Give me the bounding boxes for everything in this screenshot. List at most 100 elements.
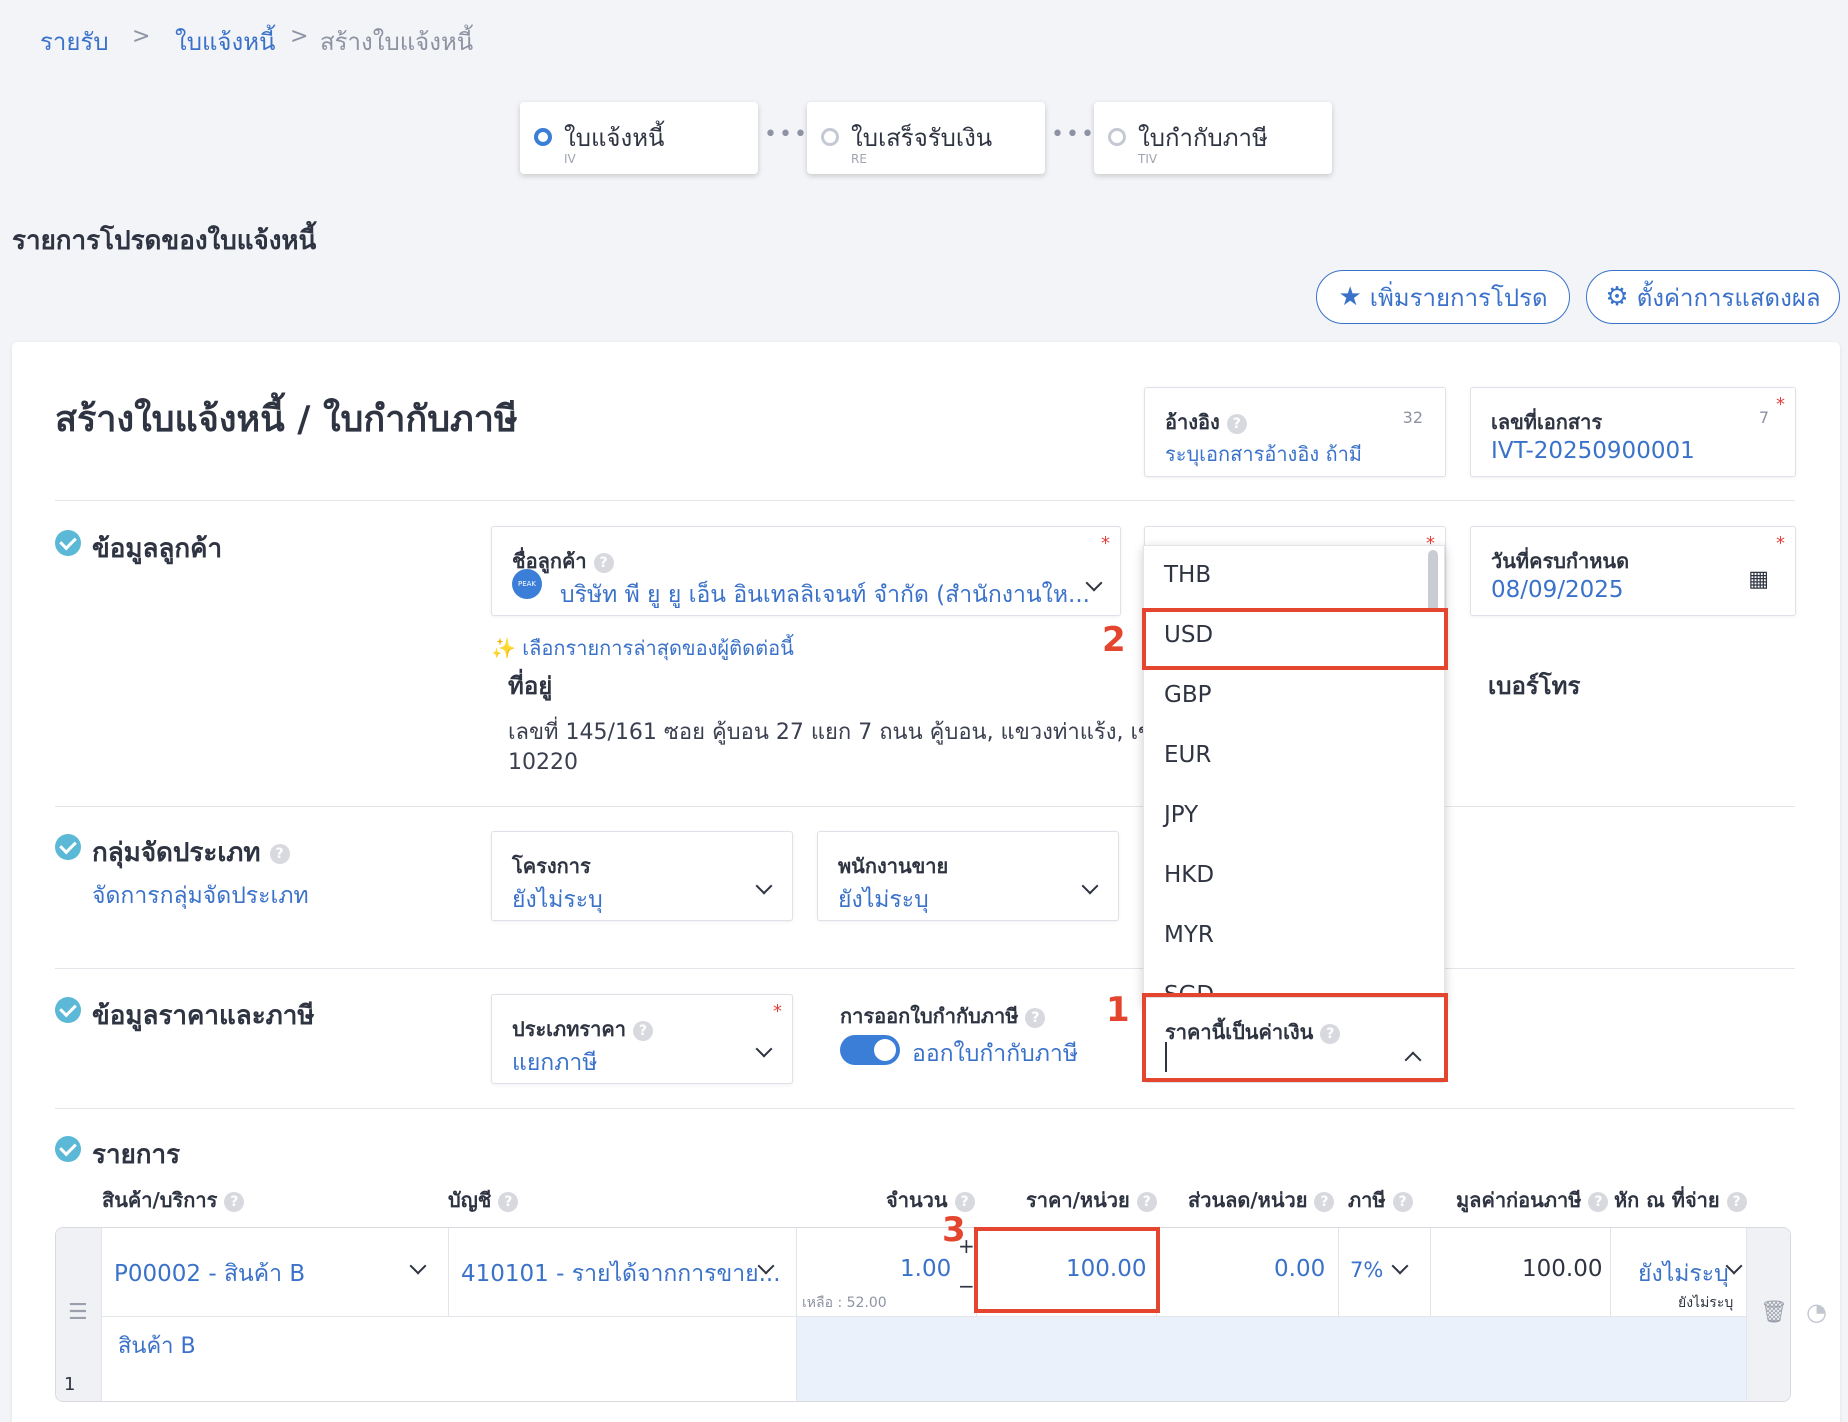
doc-number-input[interactable]: IVT-20250900001 [1491, 438, 1695, 464]
currency-option[interactable]: MYR [1164, 922, 1214, 948]
cell-border [1610, 1228, 1611, 1316]
reference-field[interactable]: อ้างอิง ? 32 ระบุเอกสารอ้างอิง ถ้ามี [1144, 387, 1446, 477]
due-date-field[interactable]: วันที่ครบกำหนด * 08/09/2025 ▦ [1470, 526, 1796, 616]
phone-label: เบอร์โทร [1488, 672, 1581, 700]
due-date-label: วันที่ครบกำหนด [1491, 549, 1630, 573]
price-type-value: แยกภาษี [512, 1050, 598, 1076]
manage-groups-link[interactable]: จัดการกลุ่มจัดประเภท [92, 878, 309, 914]
salesperson-label: พนักงานขาย [838, 854, 949, 878]
product-select[interactable]: P00002 - สินค้า B [114, 1256, 305, 1292]
display-settings-label: ตั้งค่าการแสดงผล [1636, 283, 1821, 312]
step-receipt[interactable]: ใบเสร็จรับเงิน RE [807, 102, 1045, 174]
discount-input[interactable]: 0.00 [1274, 1256, 1325, 1282]
item-description[interactable]: สินค้า B [118, 1328, 196, 1363]
annotation-number: 3 [942, 1210, 966, 1250]
cell-border [1430, 1228, 1431, 1316]
items-section-title: รายการ [92, 1140, 181, 1170]
step-inactive-icon [821, 128, 839, 146]
step-tax-invoice[interactable]: ใบกำกับภาษี TIV [1094, 102, 1332, 174]
account-select[interactable]: 410101 - รายได้จากการขาย... [461, 1256, 781, 1292]
highlight-box-usd [1142, 608, 1448, 670]
add-favorite-button[interactable]: ★ เพิ่มรายการโปรด [1316, 270, 1570, 324]
doc-number-field[interactable]: เลขที่เอกสาร 7 * IVT-20250900001 [1470, 387, 1796, 477]
chevron-down-icon [755, 1040, 773, 1058]
highlight-box-currency [1142, 993, 1448, 1082]
row-divider [102, 1316, 1746, 1317]
display-settings-button[interactable]: ⚙ ตั้งค่าการแสดงผล [1586, 270, 1840, 324]
chevron-down-icon [755, 877, 773, 895]
help-icon: ? [1136, 1191, 1157, 1212]
divider [55, 968, 1795, 969]
step-sub: RE [851, 152, 867, 166]
column-header-tax: ภาษี ? [1348, 1184, 1413, 1216]
help-icon: ? [1226, 413, 1247, 434]
annotation-number: 2 [1102, 620, 1126, 660]
column-header-account: บัญชี ? [448, 1184, 519, 1216]
address-line: เลขที่ 145/161 ซอย คู้บอน 27 แยก 7 ถนน ค… [508, 720, 1144, 745]
help-icon: ? [1588, 1191, 1609, 1212]
column-header-wht: หัก ณ ที่จ่าย ? [1614, 1184, 1747, 1216]
breadcrumb-current: สร้างใบแจ้งหนี้ [320, 28, 474, 56]
reference-char-count: 32 [1402, 408, 1423, 427]
drag-handle-icon[interactable]: ☰ [68, 1300, 88, 1325]
step-connector: ••• [1051, 122, 1096, 147]
currency-option[interactable]: JPY [1164, 802, 1198, 828]
help-icon: ? [269, 843, 290, 864]
salesperson-select[interactable]: พนักงานขาย ยังไม่ระบุ [817, 831, 1119, 921]
help-icon: ? [632, 1020, 653, 1041]
currency-option[interactable]: THB [1164, 562, 1211, 588]
help-icon: ? [1726, 1191, 1747, 1212]
check-icon [55, 997, 81, 1023]
due-date-value: 08/09/2025 [1491, 577, 1624, 603]
breadcrumb-separator: > [290, 24, 309, 49]
scrollbar[interactable] [1428, 550, 1438, 612]
price-type-label: ประเภทราคา ? [512, 1013, 653, 1045]
help-icon: ? [1025, 1007, 1046, 1028]
quantity-input[interactable]: 1.00 [900, 1256, 951, 1282]
divider [55, 806, 1795, 807]
decrement-button[interactable]: − [958, 1274, 975, 1298]
recent-contact-link[interactable]: ✨ เลือกรายการล่าสุดของผู้ติดต่อนี้ [491, 632, 794, 664]
breadcrumb-income[interactable]: รายรับ [40, 22, 109, 61]
cell-border [796, 1228, 797, 1401]
project-select[interactable]: โครงการ ยังไม่ระบุ [491, 831, 793, 921]
table-row [55, 1227, 1791, 1402]
customer-select[interactable]: ชื่อลูกค้า ? * PEAK บริษัท พี ยู ยู เอ็น… [491, 526, 1121, 616]
wht-select[interactable]: ยังไม่ระบุ [1638, 1256, 1729, 1292]
reference-input[interactable]: ระบุเอกสารอ้างอิง ถ้ามี [1165, 438, 1362, 470]
breadcrumb-invoice[interactable]: ใบแจ้งหนี้ [175, 22, 275, 61]
group-section-title: กลุ่มจัดประเภท ? [92, 832, 290, 873]
currency-option[interactable]: HKD [1164, 862, 1214, 888]
star-icon: ★ [1338, 282, 1362, 312]
add-favorite-label: เพิ่มรายการโปรด [1369, 283, 1548, 312]
cell-border [448, 1228, 449, 1316]
check-icon [55, 834, 81, 860]
step-title: ใบกำกับภาษี [1138, 124, 1268, 152]
currency-option[interactable]: EUR [1164, 742, 1211, 768]
project-label: โครงการ [512, 854, 591, 878]
tax-invoice-toggle[interactable] [840, 1035, 900, 1065]
price-type-select[interactable]: ประเภทราคา ? * แยกภาษี [491, 994, 793, 1084]
tax-invoice-label: การออกใบกำกับภาษี ? [840, 1000, 1046, 1032]
step-sub: TIV [1138, 152, 1158, 166]
step-invoice[interactable]: ใบแจ้งหนี้ IV [520, 102, 758, 174]
cell-border [1338, 1228, 1339, 1316]
magic-wand-icon: ✨ [491, 636, 516, 660]
help-icon: ? [1392, 1191, 1413, 1212]
step-connector: ••• [764, 122, 809, 147]
check-icon [55, 1136, 81, 1162]
currency-option[interactable]: GBP [1164, 682, 1211, 708]
customer-section-title: ข้อมูลลูกค้า [92, 534, 223, 564]
row-index: 1 [64, 1374, 76, 1395]
remaining-stock: เหลือ : 52.00 [802, 1295, 887, 1311]
breadcrumb-separator: > [132, 24, 151, 49]
description-fill [796, 1316, 1746, 1401]
trash-icon[interactable]: 🗑 [1760, 1300, 1788, 1325]
tax-select[interactable]: 7% [1350, 1258, 1383, 1282]
pie-chart-icon[interactable]: ◔ [1806, 1298, 1827, 1326]
column-header-amount: มูลค่าก่อนภาษี ? [1456, 1184, 1609, 1216]
wht-sub-label: ยังไม่ระบุ [1678, 1295, 1734, 1311]
chevron-down-icon [1081, 877, 1099, 895]
calendar-icon[interactable]: ▦ [1748, 567, 1769, 592]
salesperson-value: ยังไม่ระบุ [838, 887, 929, 913]
